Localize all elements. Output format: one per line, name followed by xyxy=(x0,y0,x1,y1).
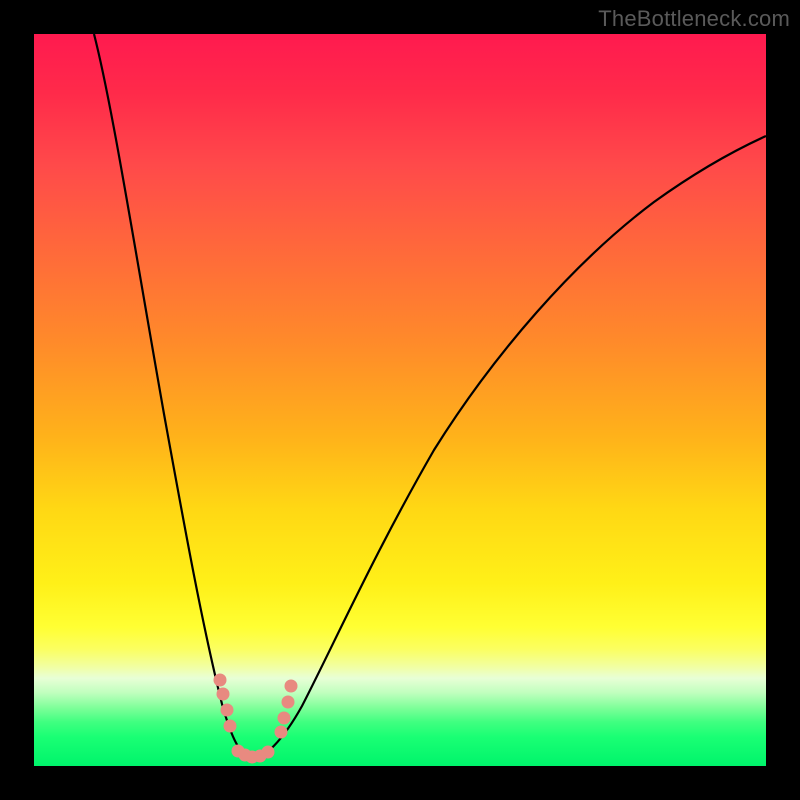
data-marker xyxy=(221,704,234,717)
data-marker xyxy=(217,688,230,701)
chart-svg xyxy=(34,34,766,766)
data-marker xyxy=(285,680,298,693)
chart-plot-area xyxy=(34,34,766,766)
data-marker xyxy=(214,674,227,687)
data-marker xyxy=(224,720,237,733)
curve-right-branch xyxy=(252,136,766,760)
data-marker xyxy=(275,726,288,739)
curve-left-branch xyxy=(94,34,252,760)
data-marker xyxy=(278,712,291,725)
data-marker xyxy=(262,746,275,759)
watermark-text: TheBottleneck.com xyxy=(598,6,790,32)
data-marker xyxy=(282,696,295,709)
